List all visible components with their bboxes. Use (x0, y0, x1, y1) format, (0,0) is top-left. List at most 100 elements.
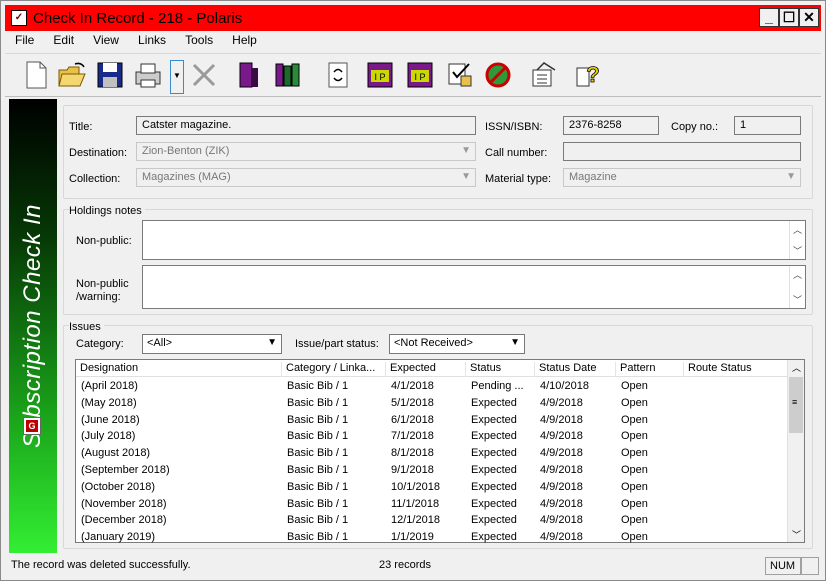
call-number-field[interactable] (563, 142, 801, 161)
chevron-down-icon: ▼ (786, 171, 796, 182)
issue-status-dropdown[interactable]: <Not Received> ▼ (389, 334, 525, 354)
cell-pattern: Open (621, 396, 648, 409)
close-button[interactable]: ✕ (799, 8, 819, 27)
copy-label: Copy no.: (671, 121, 719, 133)
cell-status-date: 4/10/2018 (540, 380, 589, 392)
scroll-down-icon[interactable]: ﹀ (792, 528, 801, 541)
col-status-date[interactable]: Status Date (535, 362, 616, 377)
table-row[interactable]: (July 2018) Basic Bib / 1 7/1/2018 Expected… (76, 428, 788, 445)
material-dropdown[interactable]: Magazine ▼ (563, 168, 801, 187)
scroll-up-icon[interactable]: ︿ (793, 223, 802, 236)
scroll-up-icon[interactable]: ︿ (792, 361, 801, 374)
table-row[interactable]: (June 2018) Basic Bib / 1 6/1/2018 Expected… (76, 412, 788, 429)
cell-designation: (December 2018) (81, 514, 167, 527)
check-in-window: ✓ Check In Record - 218 - Polaris _ ☐ ✕ … (0, 0, 826, 581)
destination-value: Zion-Benton (ZIK) (142, 145, 230, 157)
table-row[interactable]: (December 2018) Basic Bib / 1 12/1/2018 Exp… (76, 512, 788, 529)
cell-category: Basic Bib / 1 (287, 396, 349, 409)
cancel-route-icon[interactable] (483, 60, 513, 90)
copy-field[interactable]: 1 (734, 116, 801, 135)
table-row[interactable]: (May 2018) Basic Bib / 1 5/1/2018 Expected 4… (76, 395, 788, 412)
cell-status-date: 4/9/2018 (540, 447, 583, 460)
collection-label: Collection: (69, 173, 121, 185)
cell-designation: (October 2018) (81, 480, 155, 493)
cell-expected: 7/1/2018 (391, 430, 434, 443)
refresh-icon[interactable] (323, 60, 353, 90)
check-in-icon[interactable] (445, 60, 475, 90)
issue-prediction-icon[interactable]: I P (365, 60, 395, 90)
collection-dropdown[interactable]: Magazines (MAG) ▼ (136, 168, 476, 187)
cell-expected: 8/1/2018 (391, 447, 434, 460)
menu-file[interactable]: File (5, 32, 40, 47)
save-icon[interactable] (95, 60, 125, 90)
menu-edit[interactable]: Edit (43, 32, 80, 47)
cell-expected: 10/1/2018 (391, 480, 440, 493)
title-field[interactable]: Catster magazine. (136, 116, 476, 135)
col-expected[interactable]: Expected (386, 362, 466, 377)
scroll-up-icon[interactable]: ︿ (793, 268, 802, 281)
cell-category: Basic Bib / 1 (287, 497, 349, 510)
help-icon[interactable]: ? (573, 60, 603, 90)
table-row[interactable]: (September 2018) Basic Bib / 1 9/1/2018 Exp… (76, 462, 788, 479)
chevron-down-icon: ▼ (510, 337, 520, 348)
cell-pattern: Open (621, 430, 648, 443)
cell-expected: 1/1/2019 (391, 531, 434, 544)
call-number-label: Call number: (485, 147, 548, 159)
table-row[interactable]: (April 2018) Basic Bib / 1 4/1/2018 Pending… (76, 378, 788, 395)
cell-designation: (June 2018) (81, 413, 140, 426)
table-row[interactable]: (October 2018) Basic Bib / 1 10/1/2018 Expe… (76, 479, 788, 496)
col-route-status[interactable]: Route Status (684, 362, 788, 377)
print-icon[interactable] (133, 60, 163, 90)
nonpublic-textarea[interactable]: ︿ ﹀ (142, 220, 806, 260)
cell-status: Pending ... (471, 380, 524, 392)
col-pattern[interactable]: Pattern (616, 362, 684, 377)
scroll-down-icon[interactable]: ﹀ (793, 293, 802, 306)
destination-dropdown[interactable]: Zion-Benton (ZIK) ▼ (136, 142, 476, 161)
issues-table: Designation Category / Linka... Expected… (75, 359, 805, 543)
menu-links[interactable]: Links (128, 32, 172, 47)
print-dropdown-arrow[interactable]: ▼ (170, 60, 184, 94)
cell-status: Expected (471, 497, 517, 510)
cell-status-date: 4/9/2018 (540, 480, 583, 493)
sidebar-title: Subscription Check In (19, 204, 46, 448)
cell-expected: 6/1/2018 (391, 413, 434, 426)
table-row[interactable]: (August 2018) Basic Bib / 1 8/1/2018 Expect… (76, 445, 788, 462)
route-list-icon[interactable] (529, 60, 559, 90)
nonpublic-scrollbar[interactable]: ︿ ﹀ (789, 221, 805, 259)
holdings-icon[interactable] (273, 60, 303, 90)
scroll-down-icon[interactable]: ﹀ (793, 244, 802, 257)
menu-help[interactable]: Help (222, 32, 263, 47)
table-row[interactable]: (January 2019) Basic Bib / 1 1/1/2019 Expec… (76, 529, 788, 546)
table-scrollbar[interactable]: ︿ ≡ ﹀ (787, 360, 804, 542)
category-dropdown[interactable]: <All> ▼ (142, 334, 282, 354)
holdings-notes-panel: Holdings notes Non-public: ︿ ﹀ Non-publi… (63, 205, 813, 315)
status-message: The record was deleted successfully. (11, 559, 191, 571)
cell-category: Basic Bib / 1 (287, 380, 349, 392)
minimize-button[interactable]: _ (759, 8, 779, 27)
collection-icon[interactable]: G (23, 417, 41, 435)
cell-status-date: 4/9/2018 (540, 430, 583, 443)
open-folder-icon[interactable] (57, 60, 87, 90)
col-designation[interactable]: Designation (76, 362, 282, 377)
table-row[interactable]: (November 2018) Basic Bib / 1 11/1/2018 Exp… (76, 496, 788, 513)
issue-pattern-icon[interactable]: I P (405, 60, 435, 90)
new-document-icon[interactable] (21, 60, 51, 90)
cell-status-date: 4/9/2018 (540, 464, 583, 476)
destination-label: Destination: (69, 147, 128, 159)
col-status[interactable]: Status (466, 362, 535, 377)
delete-icon[interactable] (189, 60, 219, 90)
maximize-button[interactable]: ☐ (779, 8, 799, 27)
warning-textarea[interactable]: ︿ ﹀ (142, 265, 806, 309)
warning-scrollbar[interactable]: ︿ ﹀ (789, 266, 805, 308)
record-set-icon[interactable] (233, 60, 263, 90)
menu-view[interactable]: View (83, 32, 125, 47)
cell-designation: (January 2019) (81, 531, 155, 544)
cell-designation: (April 2018) (81, 380, 138, 392)
cell-designation: (November 2018) (81, 497, 167, 510)
warning-label: Non-public /warning: (76, 278, 129, 303)
title-bar: ✓ Check In Record - 218 - Polaris _ ☐ ✕ (5, 5, 821, 31)
col-category[interactable]: Category / Linka... (282, 362, 386, 377)
menu-tools[interactable]: Tools (175, 32, 219, 47)
issn-field[interactable]: 2376-8258 (563, 116, 659, 135)
scroll-thumb[interactable]: ≡ (789, 377, 803, 433)
